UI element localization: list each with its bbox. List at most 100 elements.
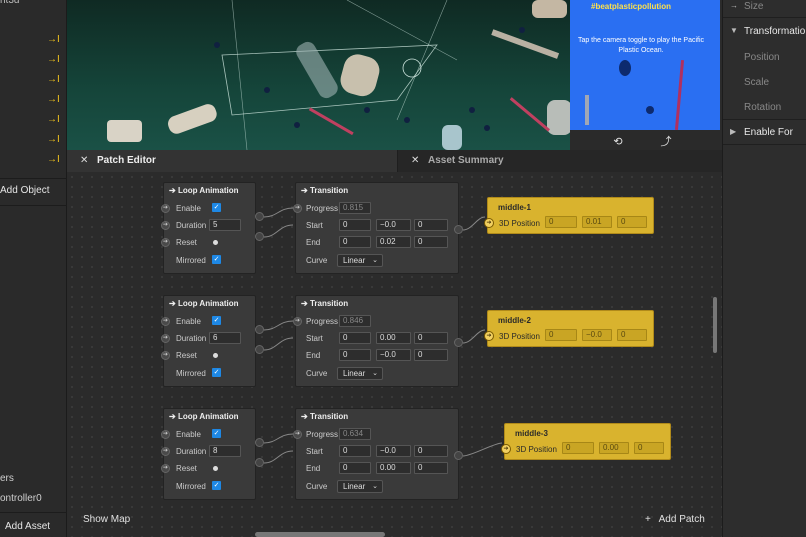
input-port[interactable]: ➔ — [161, 447, 170, 456]
add-patch-button[interactable]: + Add Patch — [645, 514, 705, 525]
layer-link-icon[interactable]: →I — [47, 35, 60, 45]
output-port[interactable] — [255, 232, 264, 241]
object-position-node[interactable]: middle-2 ➔ 3D Position 0 −0.0 0 — [484, 310, 654, 347]
end-z-field[interactable]: 0 — [414, 349, 448, 361]
vertical-scrollbar[interactable] — [713, 297, 717, 353]
asset-list-item[interactable]: ers — [0, 473, 14, 484]
input-port[interactable]: ➔ — [293, 204, 302, 213]
curve-select[interactable]: Linear ⌄ — [337, 480, 383, 493]
enable-checkbox[interactable]: ✓ — [212, 316, 221, 325]
duration-field[interactable]: 8 — [209, 445, 241, 457]
end-z-field[interactable]: 0 — [414, 462, 448, 474]
position-x-field[interactable]: 0 — [562, 442, 594, 454]
input-port[interactable]: ➔ — [161, 221, 170, 230]
layer-link-icon[interactable]: →I — [47, 135, 60, 145]
end-x-field[interactable]: 0 — [339, 462, 371, 474]
output-port[interactable] — [255, 212, 264, 221]
tab-patch-editor[interactable]: ✕ Patch Editor — [67, 150, 397, 172]
output-port[interactable] — [454, 225, 463, 234]
mirrored-checkbox[interactable]: ✓ — [212, 481, 221, 490]
loop-animation-node[interactable]: ➔ Loop Animation ➔ Enable ✓ ➔ Duration 6… — [161, 295, 256, 387]
start-z-field[interactable]: 0 — [414, 219, 448, 231]
position-y-field[interactable]: 0.01 — [582, 216, 612, 228]
position-y-field[interactable]: −0.0 — [582, 329, 612, 341]
layer-link-icon[interactable]: →I — [47, 55, 60, 65]
enable-checkbox[interactable]: ✓ — [212, 203, 221, 212]
position-z-field[interactable]: 0 — [617, 216, 647, 228]
object-position-node[interactable]: middle-3 ➔ 3D Position 0 0.00 0 — [501, 423, 671, 460]
checkmark-icon: ✓ — [213, 317, 220, 324]
object-position-node[interactable]: middle-1 ➔ 3D Position 0 0.01 0 — [484, 197, 654, 234]
rotate-device-icon[interactable]: ⤴ — [660, 136, 672, 148]
input-port[interactable]: ➔ — [161, 430, 170, 439]
start-x-field[interactable]: 0 — [339, 445, 371, 457]
input-port[interactable]: ➔ — [161, 334, 170, 343]
transition-node[interactable]: ➔ Transition ➔ Progress 0.815 Start 0 −0… — [293, 182, 459, 274]
input-port[interactable]: ➔ — [161, 204, 170, 213]
tab-asset-summary[interactable]: ✕ Asset Summary — [397, 150, 722, 172]
input-port[interactable]: ➔ — [161, 317, 170, 326]
transition-node[interactable]: ➔ Transition ➔ Progress 0.846 Start 0 0.… — [293, 295, 459, 387]
duration-field[interactable]: 5 — [209, 219, 241, 231]
layer-link-icon[interactable]: →I — [47, 155, 60, 165]
position-x-field[interactable]: 0 — [545, 329, 577, 341]
input-port[interactable]: ➔ — [293, 430, 302, 439]
position-z-field[interactable]: 0 — [634, 442, 664, 454]
input-port[interactable]: ➔ — [161, 238, 170, 247]
start-z-field[interactable]: 0 — [414, 445, 448, 457]
layer-link-icon[interactable]: →I — [47, 95, 60, 105]
horizontal-scrollbar[interactable] — [255, 532, 385, 537]
input-port[interactable]: ➔ — [501, 444, 511, 454]
enable-checkbox[interactable]: ✓ — [212, 429, 221, 438]
position-y-field[interactable]: 0.00 — [599, 442, 629, 454]
scene-viewport[interactable] — [67, 0, 570, 150]
end-y-field[interactable]: −0.0 — [376, 349, 411, 361]
reset-pulse-dot[interactable] — [213, 466, 218, 471]
output-port[interactable] — [255, 345, 264, 354]
reset-pulse-dot[interactable] — [213, 240, 218, 245]
position-x-field[interactable]: 0 — [545, 216, 577, 228]
output-port[interactable] — [454, 338, 463, 347]
output-port[interactable] — [255, 325, 264, 334]
position-z-field[interactable]: 0 — [617, 329, 647, 341]
input-port[interactable]: ➔ — [293, 317, 302, 326]
switch-camera-icon[interactable]: ⟲ — [612, 136, 624, 148]
loop-animation-node[interactable]: ➔ Loop Animation ➔ Enable ✓ ➔ Duration 8… — [161, 408, 256, 500]
start-z-field[interactable]: 0 — [414, 332, 448, 344]
show-map-button[interactable]: Show Map — [83, 514, 130, 525]
end-x-field[interactable]: 0 — [339, 236, 371, 248]
close-icon[interactable]: ✕ — [411, 155, 419, 166]
input-port[interactable]: ➔ — [161, 351, 170, 360]
add-object-button[interactable]: Add Object — [0, 185, 49, 196]
mirrored-checkbox[interactable]: ✓ — [212, 368, 221, 377]
add-asset-button[interactable]: Add Asset — [5, 521, 50, 532]
end-x-field[interactable]: 0 — [339, 349, 371, 361]
output-port[interactable] — [255, 438, 264, 447]
output-port[interactable] — [255, 458, 264, 467]
input-port[interactable]: ➔ — [484, 331, 494, 341]
start-y-field[interactable]: 0.00 — [376, 332, 411, 344]
layer-link-icon[interactable]: →I — [47, 75, 60, 85]
end-y-field[interactable]: 0.00 — [376, 462, 411, 474]
curve-select[interactable]: Linear ⌄ — [337, 254, 383, 267]
end-z-field[interactable]: 0 — [414, 236, 448, 248]
start-x-field[interactable]: 0 — [339, 219, 371, 231]
loop-animation-node[interactable]: ➔ Loop Animation ➔ Enable ✓ ➔ Duration 5… — [161, 182, 256, 274]
asset-list-item[interactable]: ontroller0 — [0, 493, 42, 504]
transition-node[interactable]: ➔ Transition ➔ Progress 0.634 Start 0 −0… — [293, 408, 459, 500]
mirrored-checkbox[interactable]: ✓ — [212, 255, 221, 264]
start-y-field[interactable]: −0.0 — [376, 219, 411, 231]
curve-select[interactable]: Linear ⌄ — [337, 367, 383, 380]
close-icon[interactable]: ✕ — [80, 155, 88, 166]
input-port[interactable]: ➔ — [484, 218, 494, 228]
start-x-field[interactable]: 0 — [339, 332, 371, 344]
patch-canvas[interactable]: ➔ Loop Animation ➔ Enable ✓ ➔ Duration 5… — [67, 172, 722, 537]
reset-pulse-dot[interactable] — [213, 353, 218, 358]
end-y-field[interactable]: 0.02 — [376, 236, 411, 248]
mirrored-label: Mirrored — [176, 482, 206, 491]
duration-field[interactable]: 6 — [209, 332, 241, 344]
input-port[interactable]: ➔ — [161, 464, 170, 473]
start-y-field[interactable]: −0.0 — [376, 445, 411, 457]
layer-link-icon[interactable]: →I — [47, 115, 60, 125]
output-port[interactable] — [454, 451, 463, 460]
